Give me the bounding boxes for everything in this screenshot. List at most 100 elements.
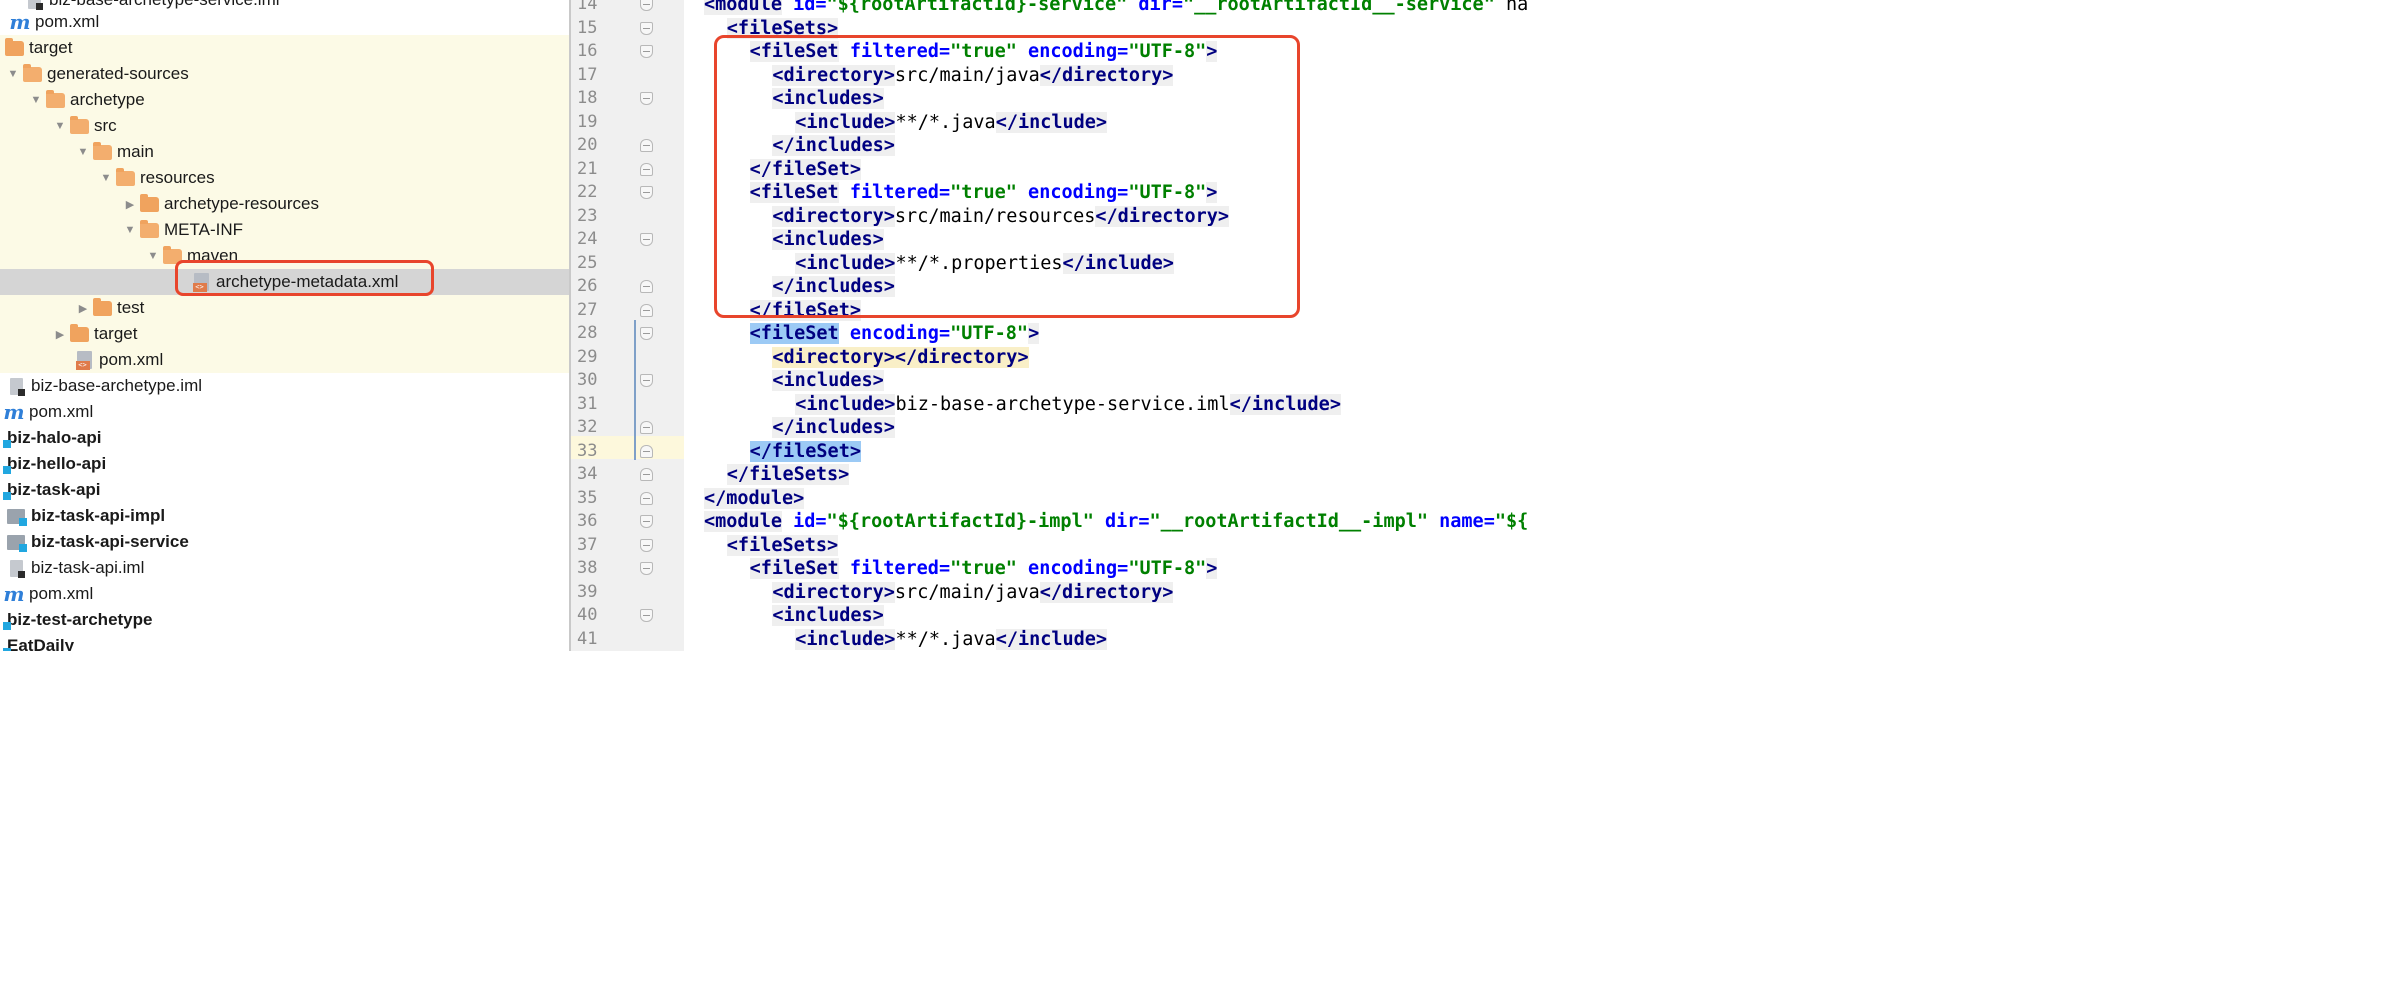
tree-item-pom[interactable]: m pom.xml	[0, 9, 569, 35]
code-line[interactable]: <include>**/*.properties</include>	[795, 252, 1174, 275]
tree-item-pom[interactable]: m pom.xml	[0, 581, 569, 607]
expanded-arrow-icon[interactable]: ▼	[27, 87, 45, 113]
fold-toggle-icon[interactable]	[640, 45, 653, 58]
xml-tag: </include>	[995, 628, 1108, 650]
expanded-arrow-icon[interactable]: ▼	[97, 165, 115, 191]
tree-item-maven[interactable]: ▼ maven	[0, 243, 569, 269]
xml-tag: </include>	[995, 111, 1108, 133]
code-line[interactable]: </includes>	[772, 134, 895, 157]
module-icon	[0, 451, 11, 477]
tree-item-module[interactable]: biz-task-api	[0, 477, 569, 503]
code-line[interactable]: <include>biz-base-archetype-service.iml<…	[795, 393, 1341, 416]
xml-tag: <include>	[795, 628, 896, 650]
tree-item-target[interactable]: ▶ target	[0, 321, 569, 347]
fold-toggle-icon[interactable]	[640, 444, 653, 458]
code-line[interactable]: </module>	[704, 487, 805, 510]
fold-toggle-icon[interactable]	[640, 280, 653, 293]
fold-toggle-icon[interactable]	[640, 515, 653, 528]
tree-item-pom-archetype[interactable]: pom.xml	[0, 347, 569, 373]
code-line[interactable]: </fileSet>	[749, 158, 861, 181]
code-line[interactable]: </fileSet>	[749, 440, 861, 463]
expanded-arrow-icon[interactable]: ▼	[4, 61, 22, 87]
code-line[interactable]: <includes>	[772, 87, 884, 110]
tree-item-module[interactable]: biz-halo-api	[0, 425, 569, 451]
tree-item-archetype[interactable]: ▼ archetype	[0, 87, 569, 113]
tree-item-main[interactable]: ▼ main	[0, 139, 569, 165]
fold-toggle-icon[interactable]	[640, 327, 653, 340]
expanded-arrow-icon[interactable]: ▼	[144, 243, 162, 269]
code-line[interactable]: <fileSet encoding="UTF-8">	[749, 322, 1040, 345]
code-line[interactable]: <directory></directory>	[772, 346, 1029, 369]
tree-item-pom[interactable]: m pom.xml	[0, 399, 569, 425]
code-line[interactable]: <fileSets>	[726, 17, 839, 40]
code-line[interactable]: <fileSet filtered="true" encoding="UTF-8…	[749, 40, 1218, 63]
code-line[interactable]: <include>**/*.java</include>	[795, 111, 1108, 134]
code-line[interactable]: </includes>	[772, 275, 895, 298]
tree-item-module[interactable]: biz-test-archetype	[0, 607, 569, 633]
code-line[interactable]: </includes>	[772, 416, 895, 439]
tree-item-module[interactable]: biz-hello-api	[0, 451, 569, 477]
fold-toggle-icon[interactable]	[640, 468, 653, 481]
fold-toggle-icon[interactable]	[640, 233, 653, 246]
xml-tag: <directory>	[772, 205, 895, 227]
code-line[interactable]: </fileSet>	[749, 299, 861, 322]
fold-toggle-icon[interactable]	[640, 303, 653, 317]
tree-item-archetype-metadata[interactable]: archetype-metadata.xml	[0, 269, 569, 295]
collapsed-arrow-icon[interactable]: ▶	[121, 191, 139, 217]
line-number: 29	[577, 346, 598, 367]
collapsed-arrow-icon[interactable]: ▶	[74, 295, 92, 321]
tree-item-archetype-resources[interactable]: ▶ archetype-resources	[0, 191, 569, 217]
xml-tag: <includes>	[772, 605, 884, 626]
xml-attribute-value: "__rootArtifactId__-impl"	[1149, 511, 1428, 532]
fold-toggle-icon[interactable]	[640, 491, 653, 505]
folder-icon	[92, 295, 112, 321]
collapsed-arrow-icon[interactable]: ▶	[51, 321, 69, 347]
tree-item-module[interactable]: biz-task-api-impl	[0, 503, 569, 529]
code-line[interactable]: <module id="${rootArtifactId}-impl" dir=…	[704, 510, 1528, 533]
tree-item-module[interactable]: biz-task-api-service	[0, 529, 569, 555]
code-editor[interactable]: <module id="${rootArtifactId}-service" d…	[684, 0, 1568, 651]
fold-toggle-icon[interactable]	[640, 421, 653, 434]
expanded-arrow-icon[interactable]: ▼	[74, 139, 92, 165]
code-line[interactable]: <fileSet filtered="true" encoding="UTF-8…	[749, 181, 1218, 204]
tree-item-target-folder[interactable]: target	[0, 35, 569, 61]
xml-tag: </module>	[704, 487, 805, 509]
tree-item-generated-sources[interactable]: ▼ generated-sources	[0, 61, 569, 87]
code-line[interactable]: <fileSets>	[726, 534, 839, 557]
code-line[interactable]: <include>**/*.java</include>	[795, 628, 1108, 651]
code-line[interactable]: <directory>src/main/resources</directory…	[772, 205, 1230, 228]
xml-tag: <fileSets>	[726, 534, 839, 556]
code-line[interactable]: <directory>src/main/java</directory>	[772, 64, 1174, 87]
xml-attribute-value: "UTF-8"	[950, 323, 1029, 344]
line-number: 26	[577, 276, 598, 296]
tree-item-src[interactable]: ▼ src	[0, 113, 569, 139]
fold-toggle-icon[interactable]	[640, 186, 653, 199]
tree-item-base-archetype-iml[interactable]: biz-base-archetype.iml	[0, 373, 569, 399]
fold-toggle-icon[interactable]	[640, 139, 653, 152]
tree-item-meta-inf[interactable]: ▼ META-INF	[0, 217, 569, 243]
fold-toggle-icon[interactable]	[640, 374, 653, 387]
module-icon	[0, 633, 11, 651]
code-line[interactable]: <includes>	[772, 604, 884, 627]
expanded-arrow-icon[interactable]: ▼	[51, 113, 69, 139]
fold-toggle-icon[interactable]	[640, 92, 653, 105]
tree-item-module[interactable]: EatDaily	[0, 633, 569, 651]
fold-toggle-icon[interactable]	[640, 538, 653, 552]
code-line[interactable]: <fileSet filtered="true" encoding="UTF-8…	[749, 557, 1218, 580]
fold-toggle-icon[interactable]	[640, 0, 653, 11]
tree-item-task-api-iml[interactable]: biz-task-api.iml	[0, 555, 569, 581]
fold-toggle-icon[interactable]	[640, 609, 653, 622]
fold-toggle-icon[interactable]	[640, 162, 653, 176]
code-line[interactable]: <includes>	[772, 369, 884, 392]
fold-toggle-icon[interactable]	[640, 21, 653, 35]
code-line[interactable]: <directory>src/main/java</directory>	[772, 581, 1174, 604]
tree-item-resources[interactable]: ▼ resources	[0, 165, 569, 191]
expanded-arrow-icon[interactable]: ▼	[121, 217, 139, 243]
code-line[interactable]: <includes>	[772, 228, 884, 251]
code-line[interactable]: <module id="${rootArtifactId}-service" d…	[704, 0, 1528, 16]
code-line[interactable]: </fileSets>	[726, 463, 850, 486]
tree-item-test[interactable]: ▶ test	[0, 295, 569, 321]
fold-toggle-icon[interactable]	[640, 562, 653, 575]
xml-tag: <directory>	[772, 346, 895, 368]
xml-tag: </include>	[1062, 252, 1174, 274]
